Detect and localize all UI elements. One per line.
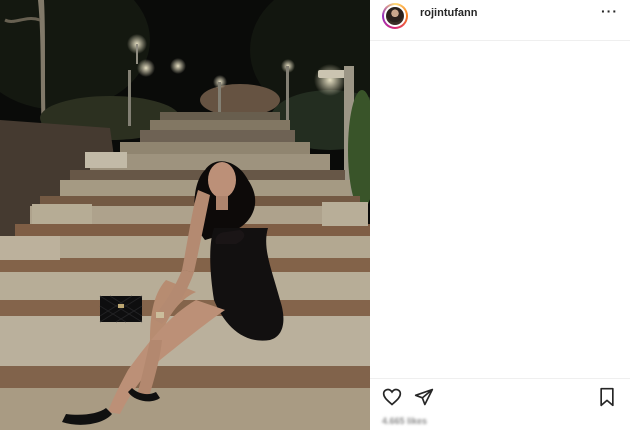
photo-canvas <box>0 0 370 430</box>
instagram-post: rojintufann ··· 4.665 likes <box>0 0 630 430</box>
avatar-ring-inner <box>384 5 406 27</box>
more-options-icon[interactable]: ··· <box>601 3 618 19</box>
bookmark-icon[interactable] <box>598 387 616 407</box>
avatar[interactable] <box>382 3 408 29</box>
avatar-image <box>386 7 404 25</box>
heart-icon[interactable] <box>382 387 402 407</box>
post-header: rojintufann ··· <box>370 0 630 41</box>
post-photo[interactable] <box>0 0 370 430</box>
post-actions: 4.665 likes <box>370 378 630 431</box>
post-sidebar: rojintufann ··· 4.665 likes <box>370 0 630 430</box>
share-icon[interactable] <box>414 387 434 407</box>
likes-count[interactable]: 4.665 likes <box>382 416 427 426</box>
username-link[interactable]: rojintufann <box>420 7 477 19</box>
